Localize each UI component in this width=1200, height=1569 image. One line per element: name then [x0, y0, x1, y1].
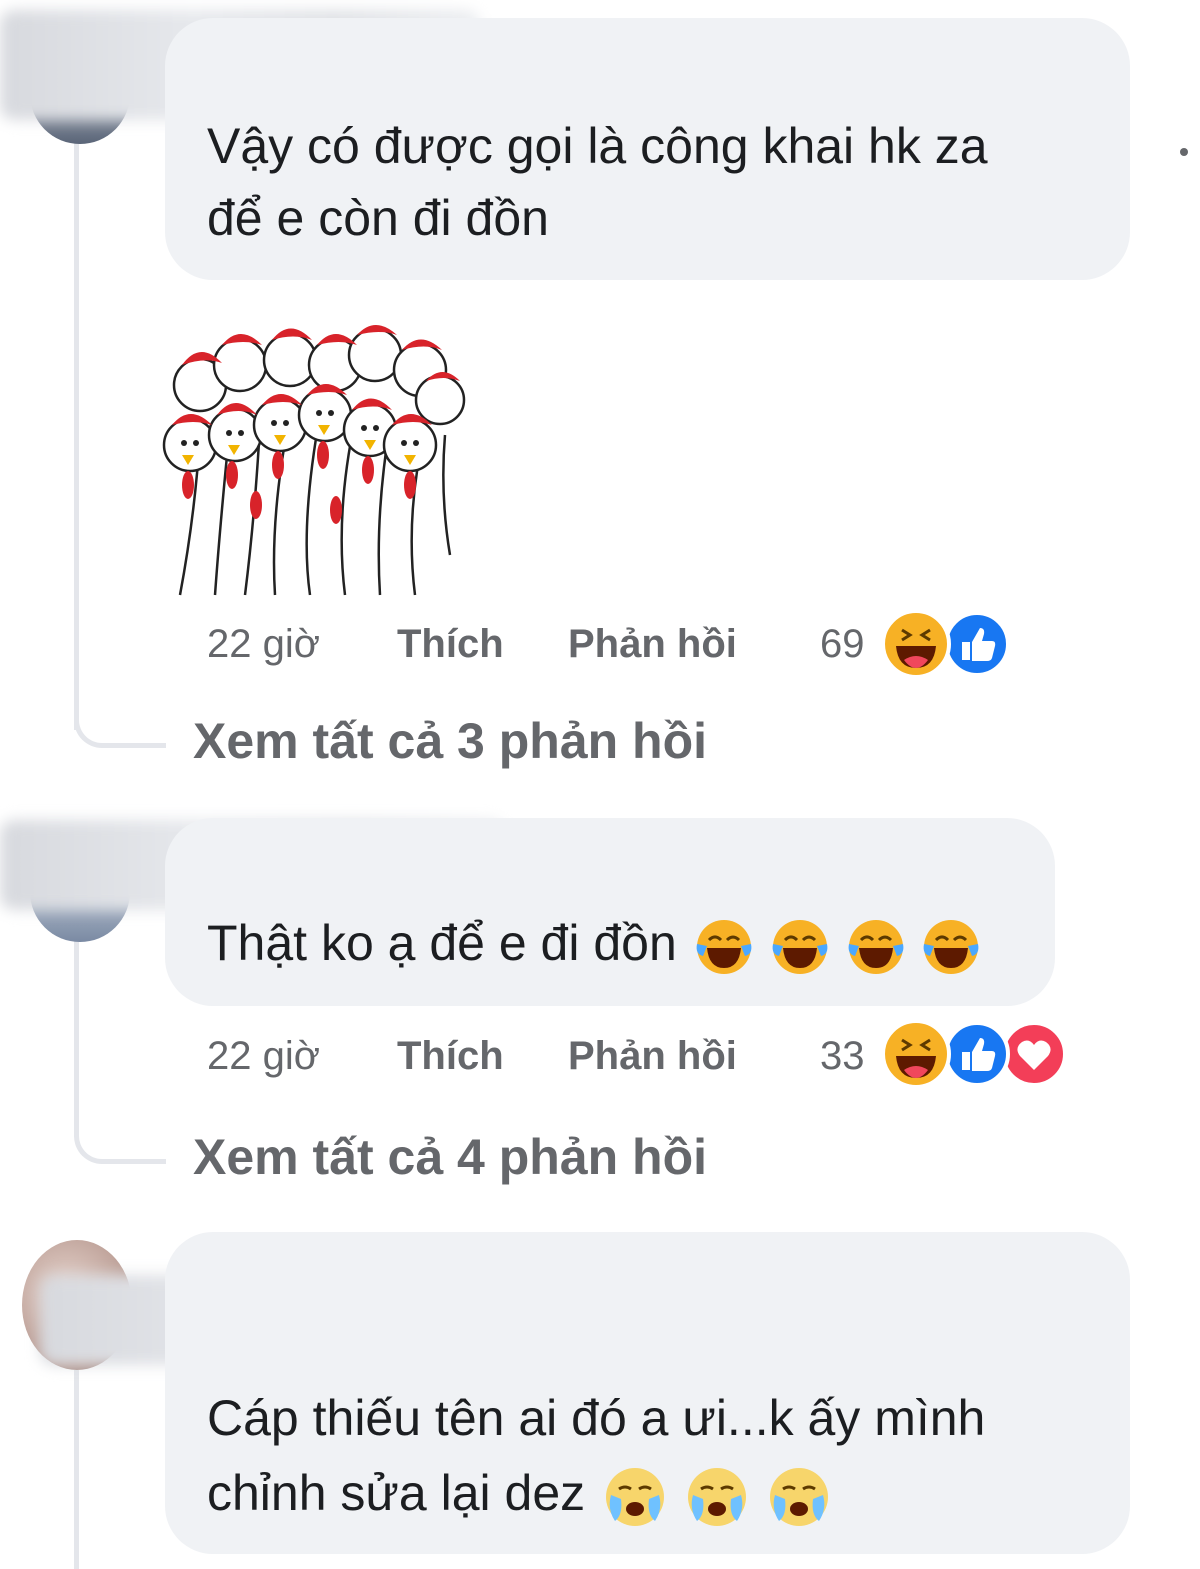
- laughing-tears-emoji: [848, 919, 903, 974]
- reaction-count[interactable]: 69: [820, 622, 865, 667]
- comment-text: chỉnh sửa lại dez: [207, 1455, 831, 1531]
- comment-text-line: để e còn đi đồn: [207, 190, 549, 246]
- reaction-count[interactable]: 33: [820, 1034, 865, 1079]
- laughing-tears-emoji: [924, 919, 979, 974]
- laughing-tears-emoji: [696, 919, 752, 974]
- crying-emoji: [769, 1467, 828, 1526]
- haha-reaction-icon: [881, 1019, 951, 1089]
- comment-time[interactable]: 22 giờ: [207, 1034, 320, 1079]
- comment-text: Thật ko ạ để e đi đồn: [207, 905, 980, 981]
- thread-line: [74, 1370, 79, 1569]
- laughing-tears-emoji: [772, 919, 827, 974]
- reply-button[interactable]: Phản hồi: [568, 1034, 737, 1079]
- comment-text-content: Thật ko ạ để e đi đồn: [207, 915, 677, 971]
- thread-connector: [74, 1122, 166, 1164]
- like-button[interactable]: Thích: [397, 1034, 504, 1079]
- thread-line: [74, 940, 79, 1130]
- view-all-replies-link[interactable]: Xem tất cả 3 phản hồi: [193, 712, 707, 770]
- like-button[interactable]: Thích: [397, 622, 504, 667]
- thread-connector: [74, 706, 166, 748]
- more-options-icon[interactable]: [1180, 148, 1188, 156]
- like-reaction-icon: [944, 1021, 1010, 1087]
- comment-text-line: Cáp thiếu tên ai đó a ưi...k ấy mình: [207, 1390, 986, 1446]
- comment-text-content: chỉnh sửa lại dez: [207, 1465, 586, 1521]
- reply-button[interactable]: Phản hồi: [568, 622, 737, 667]
- love-reaction-icon: [1001, 1021, 1067, 1087]
- like-reaction-icon: [944, 611, 1010, 677]
- thread-line: [74, 140, 79, 730]
- comment-time[interactable]: 22 giờ: [207, 622, 320, 667]
- view-all-replies-link[interactable]: Xem tất cả 4 phản hồi: [193, 1128, 707, 1186]
- crying-emoji: [687, 1467, 746, 1526]
- chicken-flock-sticker[interactable]: [160, 315, 470, 597]
- comment-text-line: Vậy có được gọi là công khai hk za: [207, 118, 988, 174]
- reactions-summary[interactable]: [880, 608, 1015, 680]
- reactions-summary[interactable]: [880, 1018, 1070, 1090]
- haha-reaction-icon: [881, 609, 951, 679]
- crying-emoji: [606, 1467, 665, 1526]
